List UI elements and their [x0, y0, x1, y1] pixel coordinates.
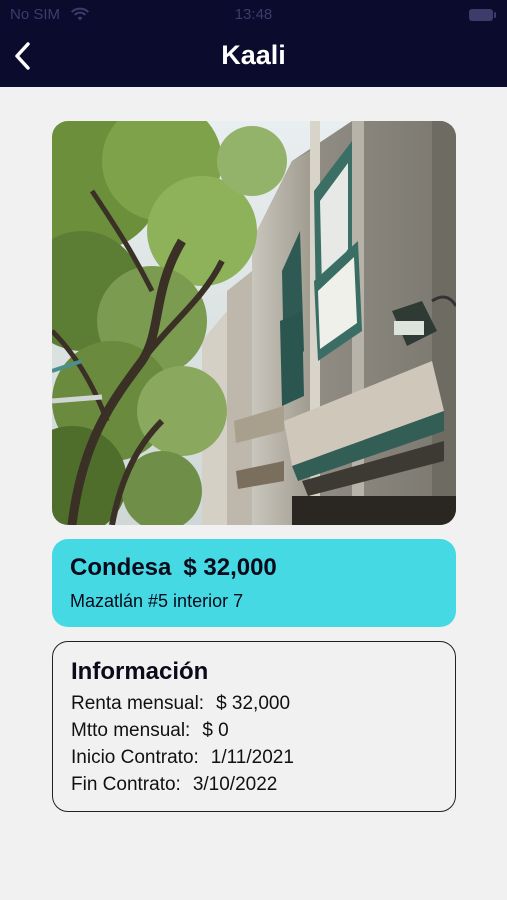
- page-title: Kaali: [221, 40, 286, 70]
- property-photo: [52, 121, 456, 525]
- info-value: $ 0: [202, 720, 229, 741]
- info-label: Renta mensual:: [71, 693, 205, 714]
- info-value: 3/10/2022: [192, 774, 278, 795]
- info-label: Fin Contrato:: [71, 774, 181, 795]
- property-summary-card[interactable]: Condesa $ 32,000 Mazatlán #5 interior 7: [52, 539, 456, 627]
- price-label: $ 32,000: [183, 554, 277, 581]
- info-row-mtto: Mtto mensual: $ 0: [71, 720, 229, 742]
- battery-icon: [469, 9, 496, 21]
- info-row-fin: Fin Contrato: 3/10/2022: [71, 774, 277, 796]
- status-bar: No SIM 13:48: [0, 0, 507, 30]
- info-row-renta: Renta mensual: $ 32,000: [71, 693, 290, 715]
- app-header: No SIM 13:48 Kaali: [0, 0, 507, 87]
- info-row-inicio: Inicio Contrato: 1/11/2021: [71, 747, 294, 769]
- info-card: Información Renta mensual: $ 32,000 Mtto …: [52, 641, 456, 812]
- info-value: 1/11/2021: [210, 747, 294, 768]
- neighborhood-label: Condesa: [70, 554, 172, 581]
- status-time: 13:48: [234, 6, 273, 23]
- info-title: Información: [71, 658, 209, 685]
- info-value: $ 32,000: [216, 693, 291, 714]
- info-label: Inicio Contrato:: [71, 747, 199, 768]
- price-line: Condesa $ 32,000: [70, 554, 277, 582]
- info-label: Mtto mensual:: [71, 720, 191, 741]
- building-facade-photo: [52, 121, 456, 525]
- address-label: Mazatlán #5 interior 7: [70, 591, 244, 611]
